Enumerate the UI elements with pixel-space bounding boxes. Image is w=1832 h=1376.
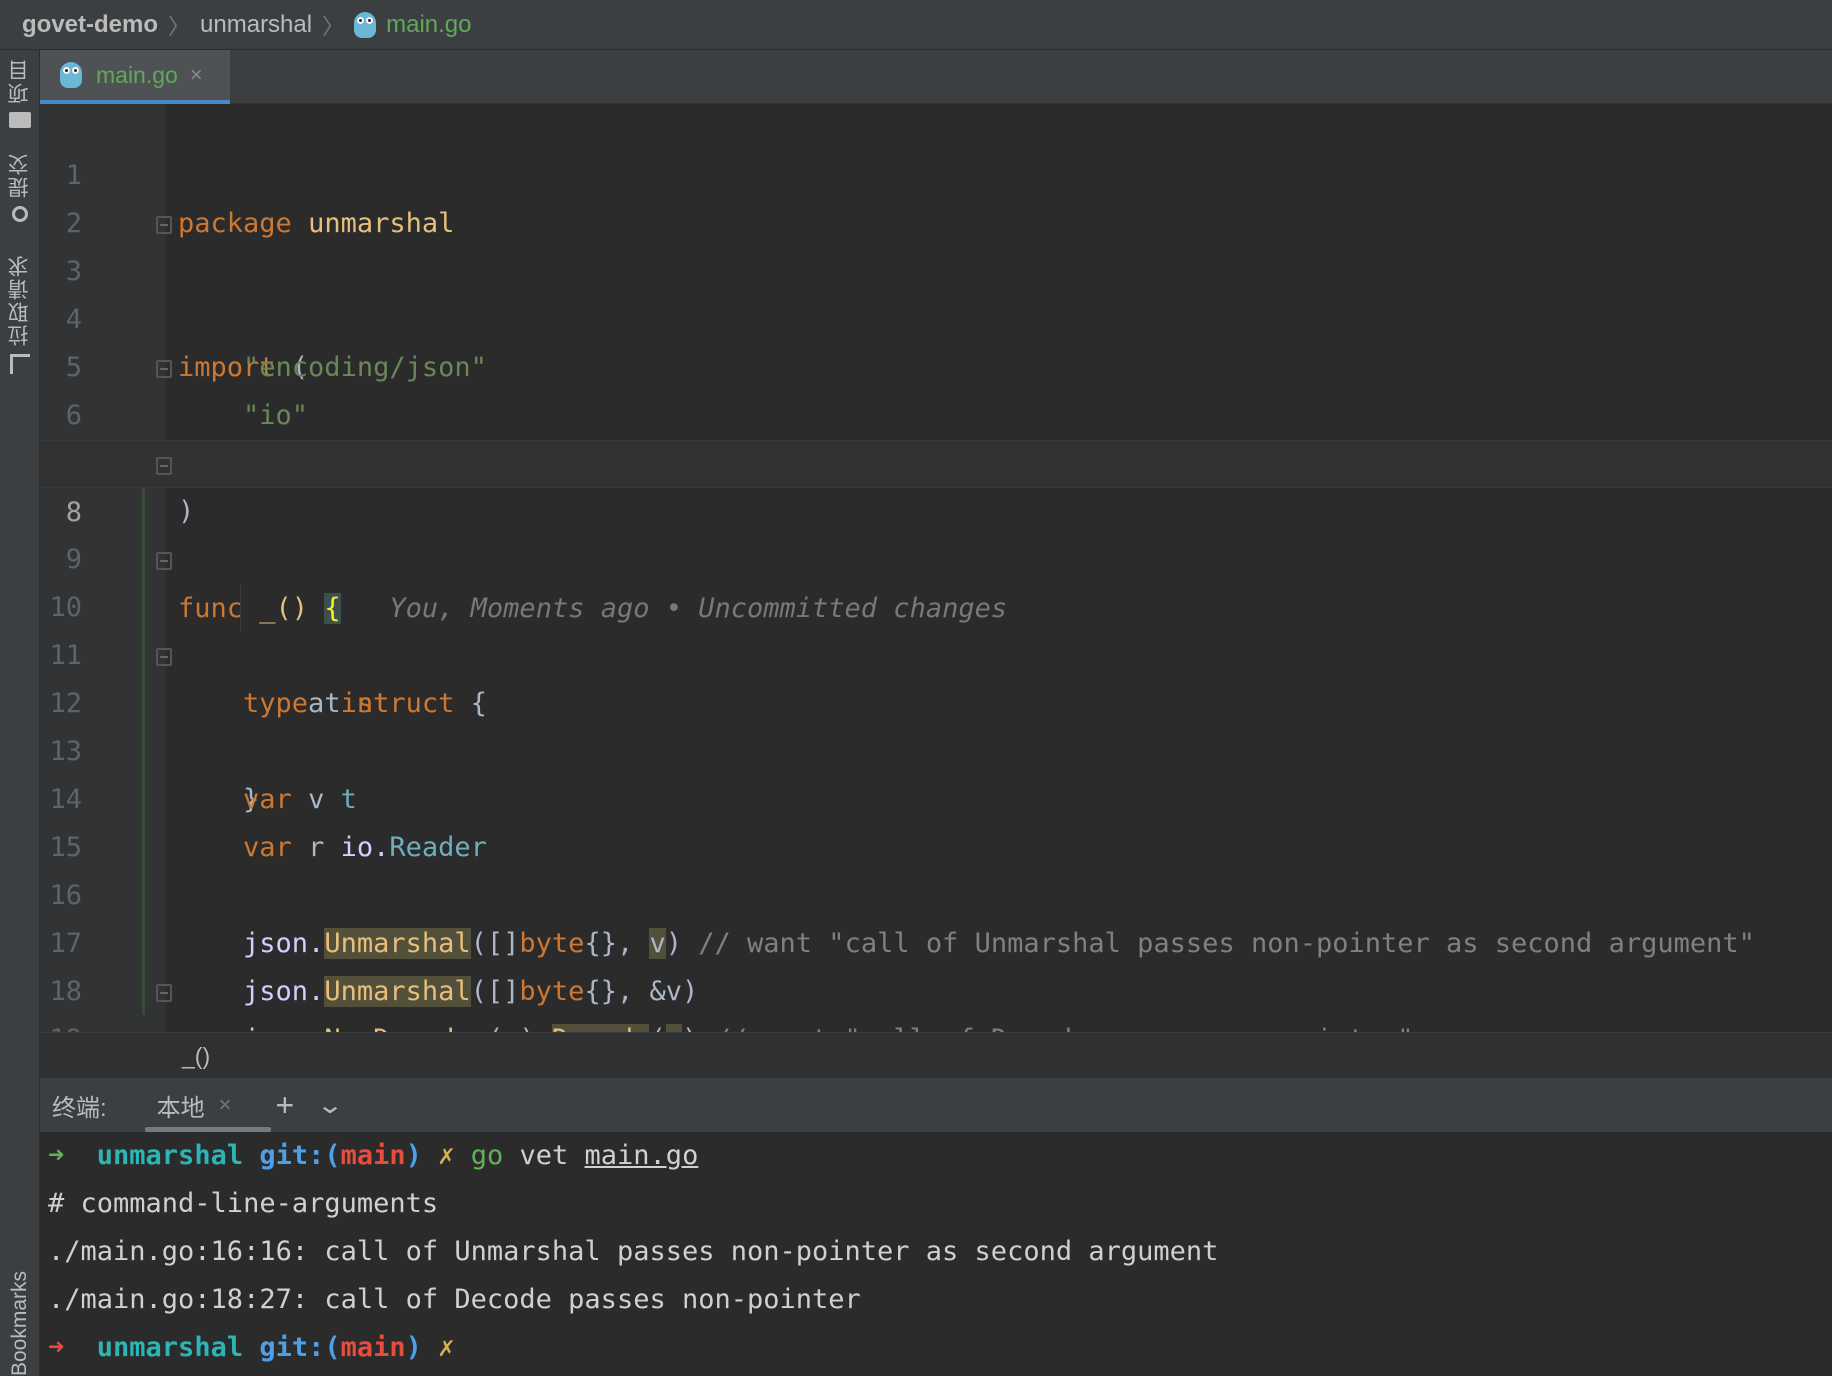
code-line: 19 } [40,968,1832,1032]
prompt-arrow-icon: ➜ [48,1332,65,1363]
left-tool-strip: 项目 提交 拉取请求 [0,50,40,1376]
line-number: 19 [40,1016,82,1032]
fold-toggle-icon[interactable] [156,648,172,666]
breadcrumb-folder[interactable]: unmarshal [200,11,312,39]
code-line: 6 ) [40,344,1832,527]
bookmarks-tool-button[interactable]: Bookmarks [0,1250,40,1376]
code-line: 9 [40,488,1832,575]
code-line: 2 [40,152,1832,239]
prompt-git-close: ) [405,1332,422,1363]
code-breadcrumb[interactable]: _() [40,1032,1832,1078]
code-line: 11 a int [40,584,1832,719]
code-line: 7 [40,392,1832,479]
tab-main-go[interactable]: main.go × [40,50,230,104]
code-line: 16 json.Unmarshal([]byte{}, v) // want "… [40,824,1832,959]
code-line: 14 var r io.Reader [40,728,1832,863]
dirty-marker: ✗ [438,1140,455,1171]
package-ref: json. [243,1024,324,1032]
folder-icon [9,112,31,128]
code-line: 3 import ( [40,200,1832,383]
go-file-icon [354,11,377,38]
prompt-dir: unmarshal [96,1140,244,1171]
function-call: Decode [551,1024,650,1032]
go-file-icon [60,62,82,88]
code-line: 15 [40,776,1832,863]
code-line: 1 package unmarshal [40,104,1832,239]
chevron-right-icon: 〉 [322,13,345,39]
function-call: NewDecoder [324,1024,487,1032]
pull-requests-tool-label: 拉取请求 [8,254,31,346]
code-line: 4 "encoding/json" [40,248,1832,383]
command-args: vet [503,1140,585,1171]
terminal-output-line: # command-line-arguments [48,1188,439,1219]
pull-request-icon [10,354,30,374]
prompt-git-close: ) [405,1140,422,1171]
prompt-git: git:( [259,1332,341,1363]
fold-toggle-icon[interactable] [156,360,172,378]
close-icon[interactable]: × [190,62,203,88]
code-line: 17 json.Unmarshal([]byte{}, &v) [40,872,1832,1007]
new-terminal-button[interactable]: + [276,1087,295,1124]
code-breadcrumb-function[interactable]: _() [182,1043,210,1069]
breadcrumb-project[interactable]: govet-demo [22,11,158,39]
dirty-marker: ✗ [438,1332,455,1363]
prompt-arrow-icon: ➜ [48,1140,65,1171]
chevron-down-icon[interactable]: ⌄ [316,1091,344,1120]
tab-terminal-local[interactable]: 本地 × [144,1078,271,1132]
pull-requests-tool-button[interactable]: 拉取请求 [0,254,40,374]
close-icon[interactable]: × [219,1092,232,1118]
punctuation: (r). [487,1024,552,1032]
terminal-output-line[interactable]: ./main.go:16:16: call of Unmarshal passe… [48,1228,1218,1276]
code-line: 12 } [40,632,1832,815]
editor-tab-bar: main.go × [40,50,1832,104]
punctuation: ) [682,1024,698,1032]
fold-toggle-icon[interactable] [156,984,172,1002]
tab-label: main.go [96,61,178,88]
code-line: 18 json.NewDecoder(r).Decode(v) // want … [40,920,1832,1032]
fold-toggle-icon[interactable] [156,457,172,475]
project-tool-button[interactable]: 项目 [0,58,40,128]
code-line: 5 "io" [40,296,1832,431]
comment: // want "call of Decode passes non-point… [715,1024,1414,1032]
terminal-output-line[interactable]: ./main.go:18:27: call of Decode passes n… [48,1276,861,1324]
prompt-branch: main [340,1332,406,1363]
prompt-branch: main [340,1140,406,1171]
commit-icon [12,206,28,222]
prompt-dir: unmarshal [96,1332,244,1363]
bookmarks-tool-label: Bookmarks [8,1270,31,1376]
terminal-header: 终端: 本地 × + ⌄ [40,1078,1832,1132]
commit-tool-label: 提交 [8,152,31,198]
project-tool-label: 项目 [8,58,31,104]
code-line: 13 var v t [40,680,1832,815]
terminal-output[interactable]: ➜ unmarshal git:(main) ✗ go vet main.go … [40,1132,1832,1376]
breadcrumb-file[interactable]: main.go [386,11,471,39]
navigation-breadcrumb: govet-demo 〉 unmarshal 〉 main.go [0,0,1832,50]
code-line: 10 type t struct { [40,536,1832,719]
fold-toggle-icon[interactable] [156,552,172,570]
command-go: go [470,1140,504,1171]
commit-tool-button[interactable]: 提交 [0,152,40,222]
code-editor[interactable]: 1 package unmarshal 2 3 import ( 4 "enco… [40,104,1832,1032]
current-code-line: 8 func _() { You, Moments ago • Uncommit… [40,440,1832,624]
prompt-git: git:( [259,1140,341,1171]
chevron-right-icon: 〉 [168,13,191,39]
command-file-link[interactable]: main.go [585,1140,699,1171]
terminal-prompt-line: ➜ unmarshal git:(main) ✗ go vet main.go [48,1132,698,1180]
argument: v [665,1024,682,1032]
terminal-tab-label: 本地 [156,1094,205,1122]
terminal-title: 终端: [52,1094,107,1122]
terminal-prompt-line: ➜ unmarshal git:(main) ✗ [48,1324,454,1372]
fold-toggle-icon[interactable] [156,216,172,234]
